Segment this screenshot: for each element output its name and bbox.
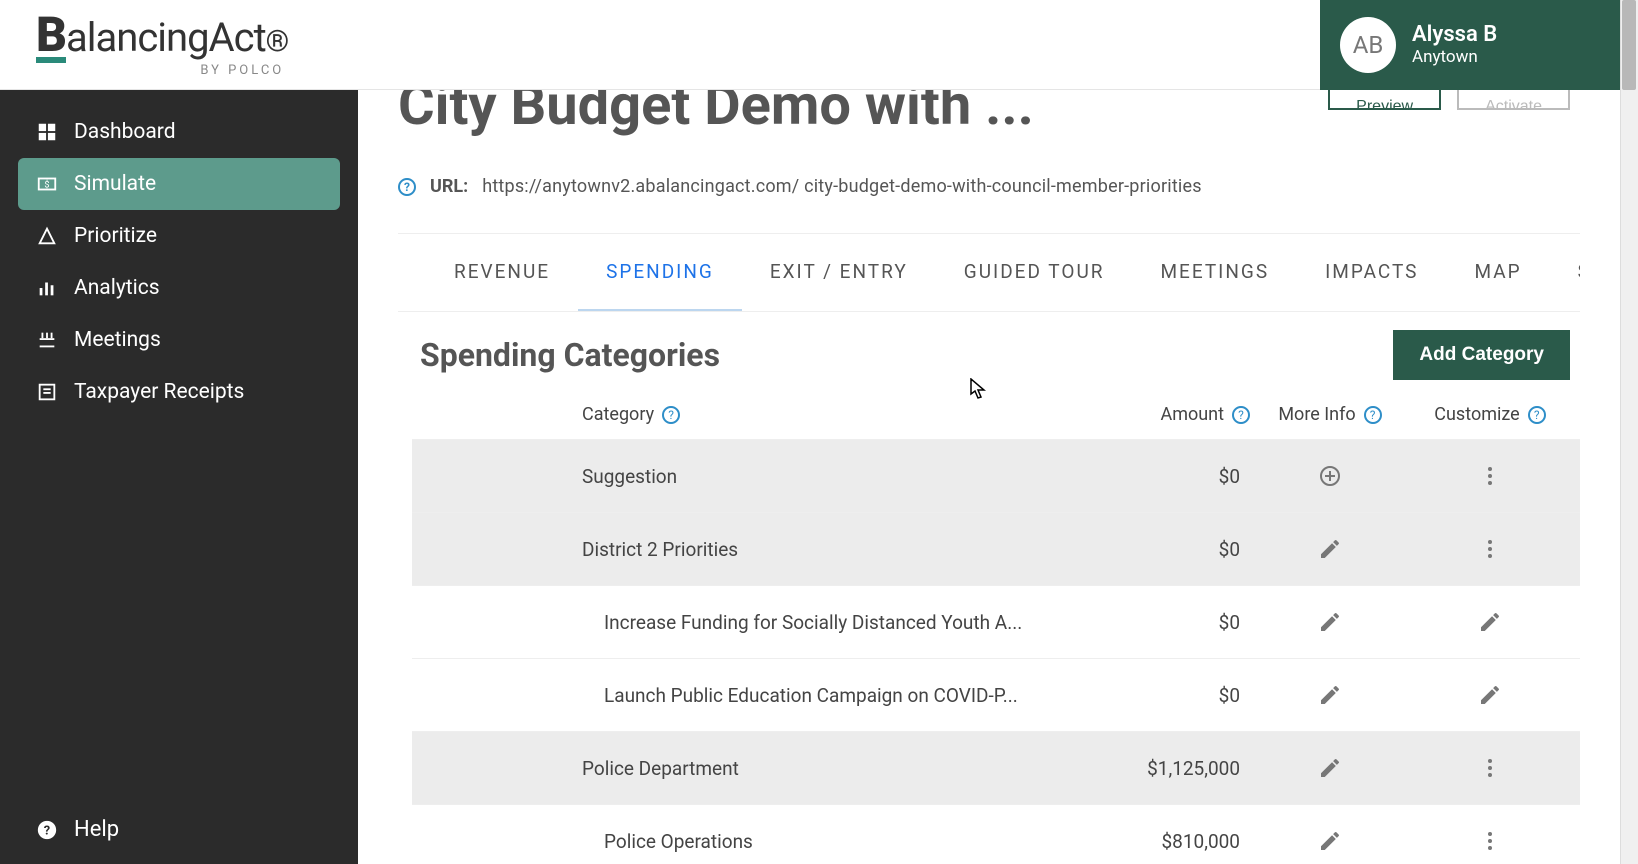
more-options-icon[interactable] (1476, 462, 1504, 490)
help-icon[interactable]: ? (1364, 406, 1382, 424)
url-row: ? URL: https://anytownv2.abalancingact.c… (398, 176, 1580, 197)
preview-button[interactable]: Preview (1328, 90, 1441, 110)
table-header: Category? Amount? More Info? Customize? (412, 390, 1580, 439)
help-icon[interactable]: ? (1232, 406, 1250, 424)
tab-map[interactable]: MAP (1446, 234, 1549, 311)
sidebar-item-prioritize[interactable]: Prioritize (18, 210, 340, 262)
tab-settings[interactable]: SETTINGS (1550, 234, 1580, 311)
col-amount: Amount? (1070, 404, 1250, 425)
section-title: Spending Categories (420, 336, 720, 374)
category-name: Suggestion (582, 465, 1070, 488)
help-link[interactable]: ? Help (0, 795, 358, 864)
category-amount: $1,125,000 (1070, 757, 1250, 780)
user-menu[interactable]: AB Alyssa B Anytown (1320, 0, 1620, 90)
tab-meetings[interactable]: MEETINGS (1132, 234, 1297, 311)
sidebar-item-label: Prioritize (74, 224, 157, 248)
table-row: Police Operations$810,000 (412, 804, 1580, 864)
user-org: Anytown (1412, 47, 1497, 67)
table-row: Increase Funding for Socially Distanced … (412, 585, 1580, 658)
col-more-info: More Info? (1250, 404, 1410, 425)
window-scrollbar[interactable]: ▲ (1620, 0, 1638, 864)
category-amount: $810,000 (1070, 830, 1250, 853)
simulate-icon: $ (36, 173, 58, 195)
category-name: Police Department (582, 757, 1070, 780)
app-header: BalancingAct® BY POLCO AB Alyssa B Anyto… (0, 0, 1620, 90)
spending-table: Category? Amount? More Info? Customize? … (412, 390, 1580, 864)
scrollbar-thumb[interactable] (1622, 0, 1636, 90)
sidebar-item-analytics[interactable]: Analytics (18, 262, 340, 314)
tab-guided-tour[interactable]: GUIDED TOUR (936, 234, 1133, 311)
tab-bar: REVENUE SPENDING EXIT / ENTRY GUIDED TOU… (398, 234, 1580, 312)
col-category: Category? (582, 404, 1070, 425)
edit-info-icon[interactable] (1316, 608, 1344, 636)
activate-button[interactable]: Activate (1457, 90, 1570, 110)
meetings-icon (36, 329, 58, 351)
edit-info-icon[interactable] (1316, 754, 1344, 782)
category-name: Increase Funding for Socially Distanced … (582, 611, 1070, 634)
category-amount: $0 (1070, 538, 1250, 561)
tab-impacts[interactable]: IMPACTS (1297, 234, 1446, 311)
add-category-button[interactable]: Add Category (1393, 330, 1570, 380)
analytics-icon (36, 277, 58, 299)
sidebar-item-taxpayer[interactable]: Taxpayer Receipts (18, 366, 340, 418)
url-help-icon[interactable]: ? (398, 178, 416, 196)
avatar: AB (1340, 17, 1396, 73)
url-value: https://anytownv2.abalancingact.com/ cit… (482, 176, 1202, 197)
category-name: Launch Public Education Campaign on COVI… (582, 684, 1070, 707)
help-label: Help (74, 817, 119, 842)
table-row: District 2 Priorities$0 (412, 512, 1580, 585)
sidebar: Dashboard $ Simulate Prioritize Analytic… (0, 90, 358, 864)
table-row: Launch Public Education Campaign on COVI… (412, 658, 1580, 731)
help-icon: ? (36, 819, 58, 841)
dashboard-icon (36, 121, 58, 143)
brand-byline: BY POLCO (200, 63, 288, 78)
edit-info-icon[interactable] (1316, 535, 1344, 563)
prioritize-icon (36, 225, 58, 247)
edit-customize-icon[interactable] (1476, 681, 1504, 709)
sidebar-item-label: Dashboard (74, 120, 176, 144)
sidebar-item-meetings[interactable]: Meetings (18, 314, 340, 366)
brand-logo: BalancingAct® BY POLCO (0, 11, 288, 78)
sidebar-item-label: Simulate (74, 172, 156, 196)
svg-text:?: ? (44, 823, 50, 838)
main-content: City Budget Demo with ... Preview Activa… (358, 90, 1620, 864)
sidebar-item-label: Meetings (74, 328, 161, 352)
user-name: Alyssa B (1412, 22, 1497, 47)
category-amount: $0 (1070, 465, 1250, 488)
svg-text:$: $ (44, 180, 49, 191)
category-amount: $0 (1070, 684, 1250, 707)
category-amount: $0 (1070, 611, 1250, 634)
table-row: Suggestion$0 (412, 439, 1580, 512)
tab-spending[interactable]: SPENDING (578, 234, 742, 312)
more-options-icon[interactable] (1476, 754, 1504, 782)
help-icon[interactable]: ? (1528, 406, 1546, 424)
sidebar-item-label: Analytics (74, 276, 160, 300)
table-row: Police Department$1,125,000 (412, 731, 1580, 804)
more-options-icon[interactable] (1476, 535, 1504, 563)
category-name: Police Operations (582, 830, 1070, 853)
tab-revenue[interactable]: REVENUE (426, 234, 578, 311)
col-customize: Customize? (1410, 404, 1570, 425)
user-info: Alyssa B Anytown (1412, 22, 1497, 67)
nav-list: Dashboard $ Simulate Prioritize Analytic… (0, 90, 358, 434)
edit-info-icon[interactable] (1316, 681, 1344, 709)
sidebar-item-simulate[interactable]: $ Simulate (18, 158, 340, 210)
brand-name: BalancingAct® (36, 11, 288, 59)
help-icon[interactable]: ? (662, 406, 680, 424)
add-info-icon[interactable] (1316, 462, 1344, 490)
tab-exit-entry[interactable]: EXIT / ENTRY (742, 234, 936, 311)
url-label: URL: (430, 176, 468, 197)
sidebar-item-label: Taxpayer Receipts (74, 380, 244, 404)
sidebar-item-dashboard[interactable]: Dashboard (18, 106, 340, 158)
edit-info-icon[interactable] (1316, 827, 1344, 855)
edit-customize-icon[interactable] (1476, 608, 1504, 636)
receipt-icon (36, 381, 58, 403)
category-name: District 2 Priorities (582, 538, 1070, 561)
more-options-icon[interactable] (1476, 827, 1504, 855)
content-panel: REVENUE SPENDING EXIT / ENTRY GUIDED TOU… (398, 233, 1580, 864)
page-title: City Budget Demo with ... (398, 90, 1034, 138)
